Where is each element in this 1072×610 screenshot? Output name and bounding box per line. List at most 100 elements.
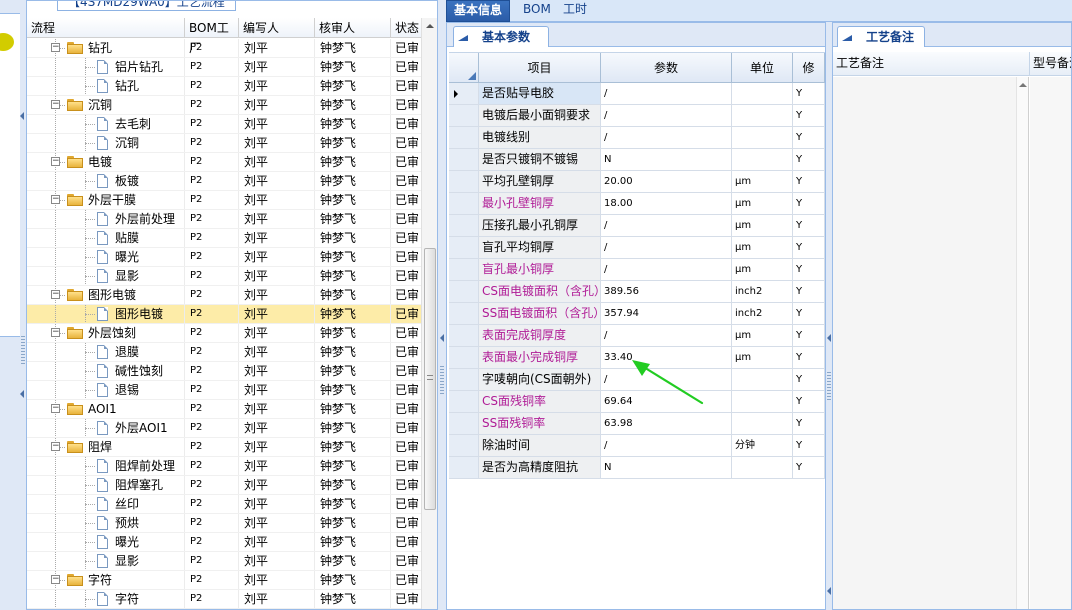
param-modify-cell[interactable]: Y (793, 193, 825, 214)
tree-scrollbar[interactable] (421, 18, 437, 609)
param-value-cell[interactable]: / (601, 435, 732, 456)
param-value-cell[interactable]: N (601, 149, 732, 170)
row-header[interactable] (449, 105, 479, 126)
tree-row[interactable]: 曝光 P2 刘平 钟梦飞 已审 (27, 248, 423, 267)
tree-node[interactable]: 阻焊前处理 (27, 457, 185, 475)
row-header[interactable] (449, 259, 479, 280)
tree-row[interactable]: 图形电镀 P2 刘平 钟梦飞 已审 (27, 305, 423, 324)
tree-row[interactable]: 退锡 P2 刘平 钟梦飞 已审 (27, 381, 423, 400)
param-modify-cell[interactable]: Y (793, 215, 825, 236)
param-unit-cell[interactable] (732, 413, 793, 434)
param-value-cell[interactable]: / (601, 325, 732, 346)
tree-row[interactable]: 铝片钻孔 P2 刘平 钟梦飞 已审 (27, 58, 423, 77)
col-header-writer[interactable]: 编写人 (239, 18, 315, 37)
param-unit-cell[interactable]: μm (732, 215, 793, 236)
tree-row[interactable]: 丝印 P2 刘平 钟梦飞 已审 (27, 495, 423, 514)
row-header[interactable] (449, 281, 479, 302)
tree-row[interactable]: 外层AOI1 P2 刘平 钟梦飞 已审 (27, 419, 423, 438)
param-unit-cell[interactable]: μm (732, 259, 793, 280)
param-modify-cell[interactable]: Y (793, 347, 825, 368)
param-modify-cell[interactable]: Y (793, 391, 825, 412)
row-header[interactable] (449, 83, 479, 104)
tab-basic-params[interactable]: 基本参数 (453, 26, 550, 47)
row-header[interactable] (449, 347, 479, 368)
tree-splitter[interactable] (439, 0, 445, 610)
tree-node[interactable]: − 外层干膜 (27, 191, 185, 209)
tree-node[interactable]: 图形电镀 (27, 305, 185, 323)
param-modify-cell[interactable]: Y (793, 127, 825, 148)
tree-row[interactable]: 钻孔 P2 刘平 钟梦飞 已审 (27, 77, 423, 96)
row-header[interactable] (449, 149, 479, 170)
tree-node[interactable]: − 电镀 (27, 153, 185, 171)
tree-node[interactable]: 去毛刺 (27, 115, 185, 133)
row-header[interactable] (449, 369, 479, 390)
tree-row[interactable]: − AOI1 P2 刘平 钟梦飞 已审 (27, 400, 423, 419)
parameter-row[interactable]: 平均孔壁铜厚 20.00 μm Y (449, 171, 825, 193)
param-modify-cell[interactable]: Y (793, 435, 825, 456)
tree-row[interactable]: 阻焊前处理 P2 刘平 钟梦飞 已审 (27, 457, 423, 476)
collapse-arrow-icon[interactable] (20, 112, 24, 120)
parameter-row[interactable]: 除油时间 / 分钟 Y (449, 435, 825, 457)
tree-node[interactable]: 曝光 (27, 248, 185, 266)
tree-row[interactable]: 显影 P2 刘平 钟梦飞 已审 (27, 267, 423, 286)
splitter-grip-icon[interactable] (827, 372, 831, 402)
param-modify-cell[interactable]: Y (793, 237, 825, 258)
row-header[interactable] (449, 391, 479, 412)
tree-row[interactable]: − 阻焊 P2 刘平 钟梦飞 已审 (27, 438, 423, 457)
param-modify-cell[interactable]: Y (793, 325, 825, 346)
tree-row[interactable]: − 字符 P2 刘平 钟梦飞 已审 (27, 571, 423, 590)
parameter-row[interactable]: 是否只镀铜不镀锡 N Y (449, 149, 825, 171)
splitter-grip-icon[interactable] (440, 366, 444, 396)
collapse-toggle-icon[interactable]: − (51, 290, 60, 299)
param-unit-cell[interactable] (732, 149, 793, 170)
parameter-row[interactable]: 最小孔壁铜厚 18.00 μm Y (449, 193, 825, 215)
row-header[interactable] (449, 303, 479, 324)
col-header-item[interactable]: 项目 (479, 53, 601, 82)
collapse-toggle-icon[interactable]: − (51, 195, 60, 204)
param-value-cell[interactable]: / (601, 259, 732, 280)
tree-row[interactable]: 沉铜 P2 刘平 钟梦飞 已审 (27, 134, 423, 153)
tree-node[interactable]: 字符 (27, 590, 185, 608)
tree-row[interactable]: − 图形电镀 P2 刘平 钟梦飞 已审 (27, 286, 423, 305)
param-value-cell[interactable]: 357.94 (601, 303, 732, 324)
param-unit-cell[interactable] (732, 83, 793, 104)
tree-node[interactable]: 丝印 (27, 495, 185, 513)
param-value-cell[interactable]: N (601, 457, 732, 478)
param-unit-cell[interactable]: inch2 (732, 281, 793, 302)
parameter-row[interactable]: 盲孔最小铜厚 / μm Y (449, 259, 825, 281)
param-modify-cell[interactable]: Y (793, 457, 825, 478)
tree-row[interactable]: 曝光 P2 刘平 钟梦飞 已审 (27, 533, 423, 552)
tree-node[interactable]: 显影 (27, 552, 185, 570)
parameter-row[interactable]: 压接孔最小孔铜厚 / μm Y (449, 215, 825, 237)
row-header[interactable] (449, 413, 479, 434)
param-modify-cell[interactable]: Y (793, 259, 825, 280)
tree-node[interactable]: 沉铜 (27, 134, 185, 152)
param-value-cell[interactable]: / (601, 105, 732, 126)
param-value-cell[interactable]: / (601, 237, 732, 258)
collapse-toggle-icon[interactable]: − (51, 442, 60, 451)
tree-node[interactable]: 外层前处理 (27, 210, 185, 228)
param-unit-cell[interactable]: inch2 (732, 303, 793, 324)
tree-node[interactable]: − 钻孔 (27, 39, 185, 57)
tree-row[interactable]: 预烘 P2 刘平 钟梦飞 已审 (27, 514, 423, 533)
parameter-row[interactable]: CS面电镀面积（含孔） 389.56 inch2 Y (449, 281, 825, 303)
tree-row[interactable]: − 钻孔 P2 刘平 钟梦飞 已审 (27, 39, 423, 58)
param-unit-cell[interactable] (732, 127, 793, 148)
param-modify-cell[interactable]: Y (793, 369, 825, 390)
collapse-arrow-icon[interactable] (440, 334, 444, 342)
param-modify-cell[interactable]: Y (793, 281, 825, 302)
parameter-row[interactable]: 电镀线别 / Y (449, 127, 825, 149)
tree-row[interactable]: 碱性蚀刻 P2 刘平 钟梦飞 已审 (27, 362, 423, 381)
row-header[interactable] (449, 215, 479, 236)
row-header-corner[interactable] (449, 53, 479, 82)
param-modify-cell[interactable]: Y (793, 303, 825, 324)
tree-node[interactable]: 碱性蚀刻 (27, 362, 185, 380)
tree-node[interactable]: − 图形电镀 (27, 286, 185, 304)
param-unit-cell[interactable]: 分钟 (732, 435, 793, 456)
tab-process-notes[interactable]: 工艺备注 (837, 26, 926, 47)
tree-node[interactable]: 预烘 (27, 514, 185, 532)
tree-node[interactable]: 贴膜 (27, 229, 185, 247)
param-modify-cell[interactable]: Y (793, 171, 825, 192)
tree-row[interactable]: 外层前处理 P2 刘平 钟梦飞 已审 (27, 210, 423, 229)
param-modify-cell[interactable]: Y (793, 83, 825, 104)
